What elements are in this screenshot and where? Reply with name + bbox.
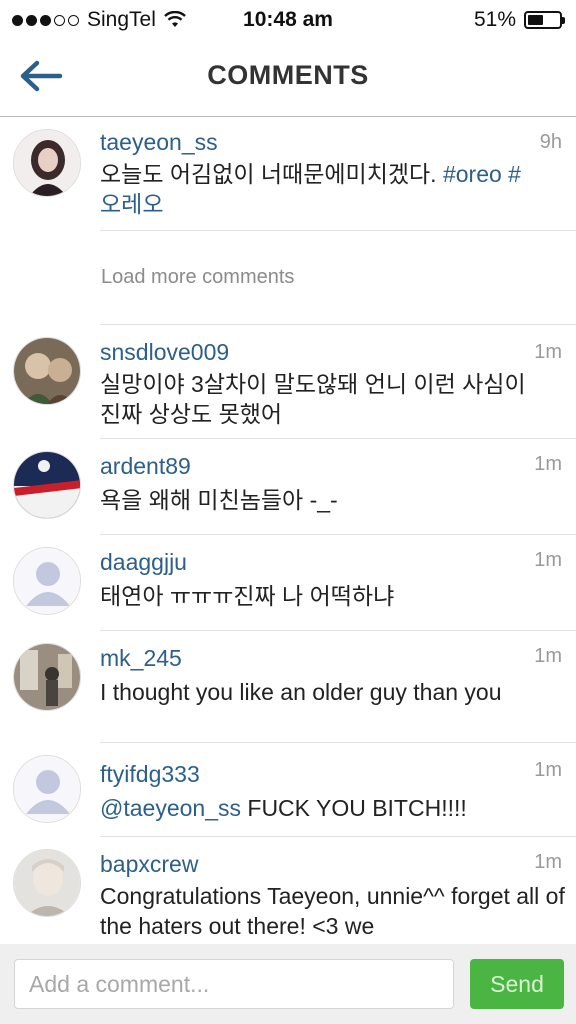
status-right: 51% bbox=[473, 8, 565, 32]
avatar[interactable] bbox=[13, 547, 81, 615]
avatar[interactable] bbox=[13, 755, 81, 823]
comment-item: ardent89 1m 욕을 왜해 미친놈들아 -_- bbox=[0, 439, 576, 535]
avatar[interactable] bbox=[13, 643, 81, 711]
comment-time: 9h bbox=[539, 131, 562, 153]
caption-comment: taeyeon_ss 9h 오늘도 어김없이 너때문에미치겠다. #oreo #… bbox=[0, 117, 576, 233]
caption-text: 오늘도 어김없이 너때문에미치겠다. #oreo # 오레오 bbox=[100, 159, 560, 219]
nav-header: COMMENTS bbox=[0, 38, 576, 117]
page-title: COMMENTS bbox=[207, 60, 369, 90]
avatar[interactable] bbox=[13, 129, 81, 197]
hashtag-link[interactable]: 오레오 bbox=[100, 191, 163, 217]
load-more-comments-link[interactable]: Load more comments bbox=[101, 266, 294, 289]
comment-text: I thought you like an older guy than you bbox=[100, 679, 502, 705]
battery-percent: 51% bbox=[473, 8, 516, 31]
comment-username[interactable]: ardent89 bbox=[100, 453, 191, 480]
comment-text: Congratulations Taeyeon, unnie^^ forget … bbox=[100, 883, 565, 939]
comment-time: 1m bbox=[534, 453, 562, 475]
comment-item: daaggjju 1m 태연아 ㅠㅠㅠ진짜 나 어떡하냐 bbox=[0, 535, 576, 631]
comment-item: bapxcrew 1m Congratulations Taeyeon, unn… bbox=[0, 837, 576, 945]
battery-icon bbox=[524, 11, 565, 29]
comment-time: 1m bbox=[534, 341, 562, 363]
comment-text: 욕을 왜해 미친놈들아 -_- bbox=[100, 487, 338, 513]
comment-text: 태연아 ㅠㅠㅠ진짜 나 어떡하냐 bbox=[100, 583, 395, 609]
comment-body: FUCK YOU BITCH!!!! bbox=[241, 795, 467, 821]
send-button[interactable]: Send bbox=[470, 959, 564, 1009]
mention-link[interactable]: @taeyeon_ss bbox=[100, 795, 241, 821]
avatar[interactable] bbox=[13, 849, 81, 917]
comment-username[interactable]: ftyifdg333 bbox=[100, 761, 200, 788]
caption-body: 오늘도 어김없이 너때문에미치겠다. bbox=[100, 161, 443, 187]
comment-username[interactable]: bapxcrew bbox=[100, 851, 198, 878]
hashtag-link[interactable]: #oreo bbox=[443, 161, 502, 187]
comment-text: @taeyeon_ss FUCK YOU BITCH!!!! bbox=[100, 793, 560, 823]
comment-time: 1m bbox=[534, 851, 562, 873]
comment-time: 1m bbox=[534, 645, 562, 667]
comment-username[interactable]: mk_245 bbox=[100, 645, 182, 672]
comment-username[interactable]: taeyeon_ss bbox=[100, 129, 218, 156]
comment-text: 실망이야 3살차이 말도않돼 언니 이런 사심이 진짜 상상도 못했어 bbox=[100, 371, 526, 427]
comments-list: taeyeon_ss 9h 오늘도 어김없이 너때문에미치겠다. #oreo #… bbox=[0, 117, 576, 939]
hashtag-link[interactable]: # bbox=[502, 161, 521, 187]
comment-input[interactable]: Add a comment... bbox=[14, 959, 454, 1009]
divider bbox=[100, 230, 576, 231]
status-bar: SingTel 10:48 am 51% bbox=[0, 0, 576, 38]
comment-username[interactable]: snsdlove009 bbox=[100, 339, 229, 366]
comment-username[interactable]: daaggjju bbox=[100, 549, 187, 576]
comment-item: ftyifdg333 1m @taeyeon_ss FUCK YOU BITCH… bbox=[0, 743, 576, 837]
comment-time: 1m bbox=[534, 549, 562, 571]
comment-item: mk_245 1m I thought you like an older gu… bbox=[0, 631, 576, 743]
comment-item: snsdlove009 1m 실망이야 3살차이 말도않돼 언니 이런 사심이 … bbox=[0, 325, 576, 439]
comment-composer: Add a comment... Send bbox=[0, 944, 576, 1024]
comment-time: 1m bbox=[534, 759, 562, 781]
avatar[interactable] bbox=[13, 451, 81, 519]
avatar[interactable] bbox=[13, 337, 81, 405]
